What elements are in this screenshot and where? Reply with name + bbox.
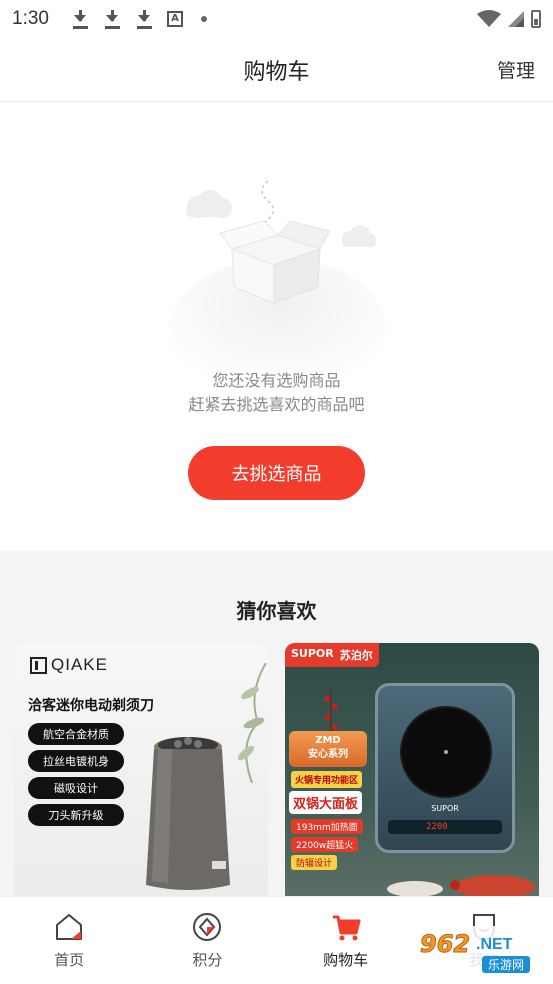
product-headline: 双锅大面板 [289, 791, 363, 814]
nav-label-home: 首页 [54, 951, 85, 969]
points-icon [193, 913, 222, 941]
shaver-image [146, 737, 230, 890]
feature-tag: 193mm加热面 [291, 819, 363, 834]
download-icon [135, 9, 153, 29]
product-tag: 航空合金材质 [28, 723, 124, 745]
supor-logo: SUPOR 苏泊尔 [285, 643, 379, 667]
notification-icons: A [71, 9, 207, 29]
supor-brand: SUPOR [291, 647, 334, 660]
qiake-logo: QIAKE [30, 655, 108, 675]
qiake-logo-icon [30, 656, 47, 674]
watermark: 962 .NET 乐游网 [414, 926, 548, 978]
series-badge: ZMD 安心系列 [289, 731, 367, 767]
cooktop-display: 2200 [426, 822, 448, 832]
cooktop-control-panel: 2200 [388, 820, 502, 834]
manage-button[interactable]: 管理 [497, 56, 535, 83]
qiake-brand: QIAKE [51, 655, 108, 674]
go-shopping-button[interactable]: 去挑选商品 [188, 446, 365, 500]
empty-message-line1: 您还没有选购商品 [212, 371, 341, 390]
cooktop-image: SUPOR 2200 [375, 683, 515, 853]
dot-icon [200, 16, 207, 22]
feature-tag: 防辐设计 [291, 855, 338, 870]
header: 购物车 管理 [0, 38, 553, 102]
nav-label-cart: 购物车 [323, 951, 369, 969]
feature-label: 火锅专用功能区 [291, 771, 363, 788]
cooktop-dot [444, 750, 448, 754]
download-icon [103, 9, 121, 29]
food-decoration [387, 875, 535, 896]
empty-message-line2: 赶紧去挑选喜欢的商品吧 [188, 395, 365, 414]
nav-item-home[interactable]: 首页 [0, 897, 138, 984]
nav-item-cart[interactable]: 购物车 [277, 897, 415, 984]
empty-box-illustration [168, 180, 388, 373]
cooktop-brand: SUPOR [431, 804, 459, 813]
cart-icon [332, 915, 361, 941]
signal-icon [508, 11, 524, 27]
watermark-site-name: 乐游网 [482, 956, 531, 973]
a-icon: A [166, 11, 183, 27]
home-icon [56, 914, 83, 940]
product-tag: 刀头新升级 [28, 804, 124, 826]
page-title: 购物车 [243, 60, 310, 85]
download-icon [71, 9, 89, 29]
series-badge-top: ZMD [315, 735, 341, 746]
watermark-net: .NET [476, 936, 513, 953]
product-tag: 拉丝电镀机身 [28, 750, 124, 772]
product-card-cooktop[interactable]: SUPOR 苏泊尔 SUPOR 2200 ZMD 安心系列 火锅专用功能区 双锅… [285, 643, 539, 896]
watermark-number: 962 [419, 930, 471, 959]
system-icons [477, 10, 541, 28]
battery-icon [531, 10, 541, 28]
product-tags: 航空合金材质 拉丝电镀机身 磁吸设计 刀头新升级 [28, 723, 124, 826]
nav-label-points: 积分 [192, 951, 223, 969]
empty-cart-state: 您还没有选购商品 赶紧去挑选喜欢的商品吧 去挑选商品 [0, 103, 553, 551]
feature-tag: 2200w超猛火 [291, 837, 359, 852]
recommend-section: 猜你喜欢 QIAKE 洽客迷你电动剃须刀 航空合金材质 拉丝电镀机身 磁吸设计 … [0, 551, 553, 896]
status-bar: 1:30 A [0, 0, 553, 38]
series-badge-bottom: 安心系列 [308, 749, 348, 760]
supor-brand-cn: 苏泊尔 [339, 649, 373, 662]
recommend-title: 猜你喜欢 [236, 599, 317, 623]
status-time: 1:30 [12, 8, 49, 29]
product-tag: 磁吸设计 [28, 777, 124, 799]
nav-item-points[interactable]: 积分 [138, 897, 276, 984]
wifi-icon [477, 10, 501, 27]
product-card-shaver[interactable]: QIAKE 洽客迷你电动剃须刀 航空合金材质 拉丝电镀机身 磁吸设计 刀头新升级 [14, 643, 268, 896]
product-title: 洽客迷你电动剃须刀 [28, 698, 154, 714]
